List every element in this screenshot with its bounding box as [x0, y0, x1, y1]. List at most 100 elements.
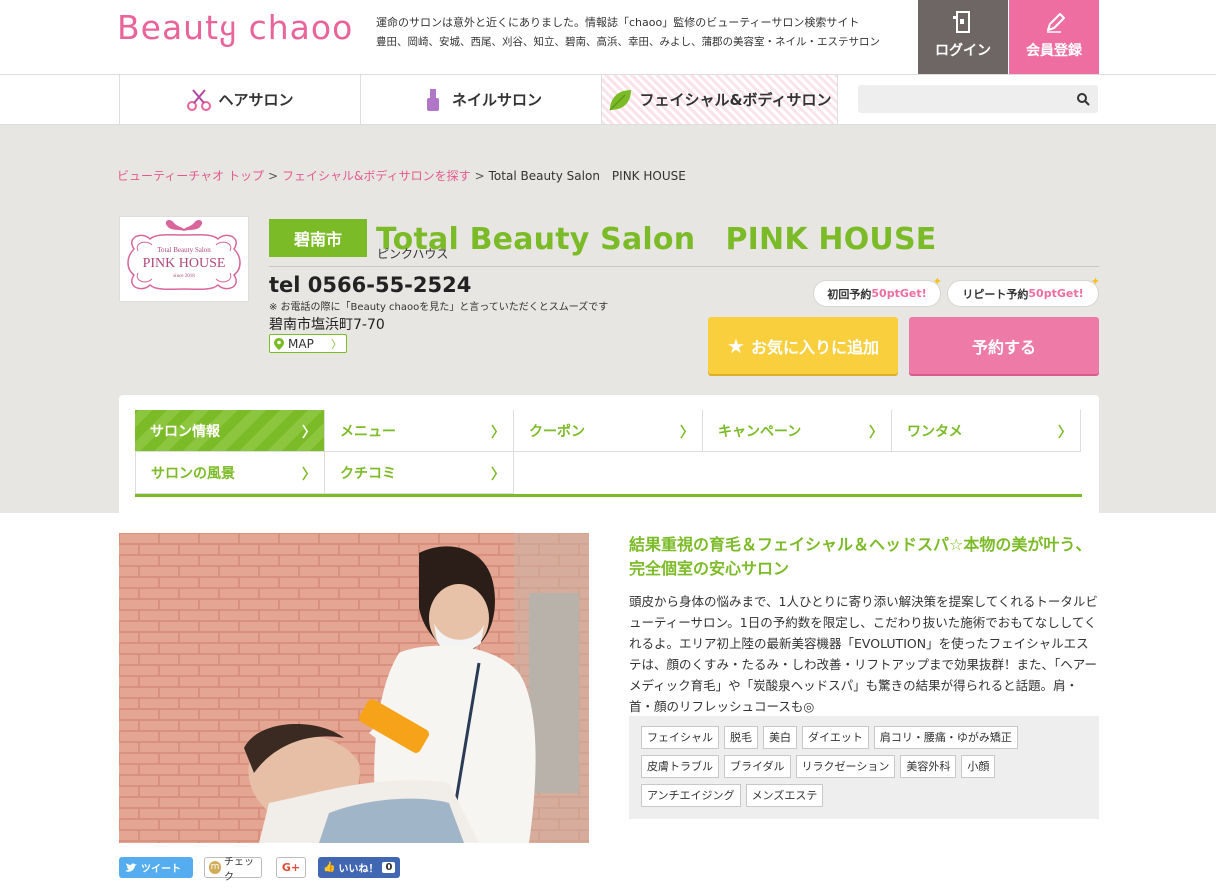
salon-logo-line2: PINK HOUSE	[143, 256, 226, 271]
chevron-right-icon: 〉	[302, 425, 316, 441]
tab-salon-info[interactable]: サロン情報 〉	[135, 410, 325, 452]
tag[interactable]: ダイエット	[802, 726, 869, 749]
tab-label: キャンペーン	[718, 423, 802, 440]
twitter-bird-icon	[125, 862, 137, 872]
tweet-button[interactable]: ツイート	[119, 857, 193, 878]
salon-headline: 結果重視の育毛＆フェイシャル＆ヘッドスパ☆本物の美が叶う、完全個室の安心サロン	[629, 535, 1092, 578]
tag[interactable]: リラクゼーション	[795, 755, 896, 778]
tag[interactable]: 皮膚トラブル	[641, 755, 719, 778]
tab-salon-scenery[interactable]: サロンの風景 〉	[135, 452, 325, 494]
salon-tel[interactable]: tel 0566-55-2524	[269, 273, 471, 297]
search-input[interactable]	[858, 85, 1098, 113]
like-count: 0	[382, 862, 396, 873]
tabs-underline	[135, 494, 1082, 497]
badge-label: リピート予約	[962, 287, 1029, 301]
salon-description: 頭皮から身体の悩みまで、1人ひとりに寄り添い解決策を提案してくれるトータルビュー…	[629, 594, 1098, 714]
category-label: ヘアサロン	[218, 91, 294, 109]
map-label: MAP	[288, 336, 314, 351]
tab-label: サロン情報	[150, 423, 220, 440]
badge-points: 50ptGet!	[871, 287, 927, 300]
like-label: いいね！	[338, 864, 379, 875]
logo-heart-icon: ყ	[219, 8, 238, 47]
signup-button[interactable]: 会員登録	[1009, 0, 1099, 74]
star-icon: ★	[727, 333, 745, 358]
category-label: ネイルサロン	[451, 91, 542, 109]
breadcrumb-link-top[interactable]: ビューティーチャオ トップ	[117, 169, 264, 183]
repeat-reservation-points-badge: リピート予約 50ptGet! ✦	[947, 275, 1100, 307]
tab-menu[interactable]: メニュー 〉	[325, 410, 514, 452]
tag[interactable]: 美容外科	[900, 755, 957, 778]
category-label: フェイシャル&ボディサロン	[639, 91, 832, 109]
mixi-check-button[interactable]: m チェック	[204, 857, 262, 883]
site-header: Beautყ chaoo 運命のサロンは意外と近くにありました。情報誌「chao…	[0, 0, 1216, 75]
chevron-right-icon: 〉	[680, 425, 694, 441]
logo-text: Beaut	[117, 8, 220, 47]
facebook-like-button[interactable]: 👍 いいね！ 0	[318, 857, 400, 878]
tag[interactable]: 美白	[763, 726, 797, 749]
salon-photo-graphic	[119, 533, 589, 843]
badge-label: 初回予約	[827, 287, 872, 301]
tag[interactable]: 小顔	[961, 755, 996, 778]
chevron-right-icon: 〉	[491, 467, 505, 483]
category-facial-body-salon[interactable]: フェイシャル&ボディサロン	[601, 75, 838, 124]
salon-logo-line3: since 2018	[173, 274, 195, 279]
tag[interactable]: 脱毛	[724, 726, 758, 749]
breadcrumb-current: Total Beauty Salon PINK HOUSE	[488, 169, 686, 183]
reserve-button[interactable]: 予約する	[909, 317, 1099, 374]
tab-coupon[interactable]: クーポン 〉	[514, 410, 703, 452]
mixi-icon: m	[209, 861, 222, 874]
login-button[interactable]: ログイン	[918, 0, 1008, 74]
category-nail-salon[interactable]: ネイルサロン	[360, 75, 601, 124]
tagline-line-1: 運命のサロンは意外と近くにありました。情報誌「chaoo」監修のビューティーサロ…	[376, 16, 860, 29]
map-button[interactable]: MAP 〉	[269, 334, 347, 353]
salon-address: 碧南市塩浜町7-70	[269, 317, 385, 333]
tag[interactable]: ブライダル	[724, 755, 791, 778]
thumbs-up-icon: 👍	[323, 862, 336, 873]
map-pin-icon	[274, 337, 284, 350]
tab-label: クチコミ	[340, 465, 396, 482]
tag-list: フェイシャル 脱毛 美白 ダイエット 肩コリ・腰痛・ゆがみ矯正 皮膚トラブル ブ…	[641, 726, 1087, 807]
logo-text-2: chaoo	[248, 8, 354, 47]
badge-points: 50ptGet!	[1028, 287, 1084, 300]
mixi-label: チェック	[224, 856, 255, 883]
tagline-line-2: 豊田、岡崎、安城、西尾、刈谷、知立、碧南、高浜、幸田、みよし、蒲郡の美容室・ネイ…	[376, 36, 880, 48]
login-label: ログイン	[935, 43, 991, 59]
google-plus-button[interactable]: G+	[276, 857, 306, 878]
tag[interactable]: フェイシャル	[641, 726, 719, 749]
tag[interactable]: 肩コリ・腰痛・ゆがみ矯正	[873, 726, 1018, 749]
tag[interactable]: メンズエステ	[745, 784, 824, 807]
signup-label: 会員登録	[1026, 43, 1082, 59]
divider	[269, 266, 1099, 267]
city-badge: 碧南市	[269, 219, 367, 257]
category-hair-salon[interactable]: ヘアサロン	[119, 75, 360, 124]
salon-tel-note: ※ お電話の際に「Beauty chaooを見た」と言っていただくとスムーズです	[269, 302, 609, 313]
category-nav: ヘアサロン ネイルサロン フェイシャル&ボディサロン	[0, 75, 1216, 125]
tag[interactable]: アンチエイジング	[641, 784, 741, 807]
breadcrumb: ビューティーチャオ トップ > フェイシャル&ボディサロンを探す > Total Bea…	[117, 167, 686, 184]
scissors-icon	[187, 88, 212, 111]
tab-wantame[interactable]: ワンタメ 〉	[892, 410, 1081, 452]
breadcrumb-link-facial[interactable]: フェイシャル&ボディサロンを探す	[282, 169, 471, 183]
nail-polish-icon	[426, 88, 439, 111]
site-logo[interactable]: Beautყ chaoo	[117, 8, 353, 47]
tab-reviews[interactable]: クチコミ 〉	[325, 452, 514, 494]
search-icon[interactable]	[1076, 92, 1090, 106]
salon-photo	[119, 533, 589, 843]
chevron-right-icon: 〉	[331, 337, 342, 351]
tab-label: メニュー	[340, 423, 396, 440]
google-plus-icon: G+	[281, 861, 301, 874]
tweet-label: ツイート	[141, 864, 181, 875]
tab-campaign[interactable]: キャンペーン 〉	[703, 410, 892, 452]
first-reservation-points-badge: 初回予約 50ptGet! ✦	[813, 275, 942, 307]
salon-name: Total Beauty Salon PINK HOUSE	[376, 222, 937, 257]
tab-label: クーポン	[529, 423, 585, 440]
lock-door-icon	[953, 11, 970, 33]
add-favorite-button[interactable]: ★ お気に入りに追加	[708, 317, 898, 374]
leaf-icon	[609, 89, 632, 111]
favorite-label: お気に入りに追加	[750, 337, 879, 357]
salon-kana: ピンクハウス	[377, 247, 449, 261]
site-tagline: 運命のサロンは意外と近くにありました。情報誌「chaoo」監修のビューティーサロ…	[376, 16, 906, 48]
salon-logo-line1: Total Beauty Salon	[157, 246, 211, 254]
reserve-label: 予約する	[971, 337, 1036, 357]
chevron-right-icon: 〉	[302, 467, 316, 483]
